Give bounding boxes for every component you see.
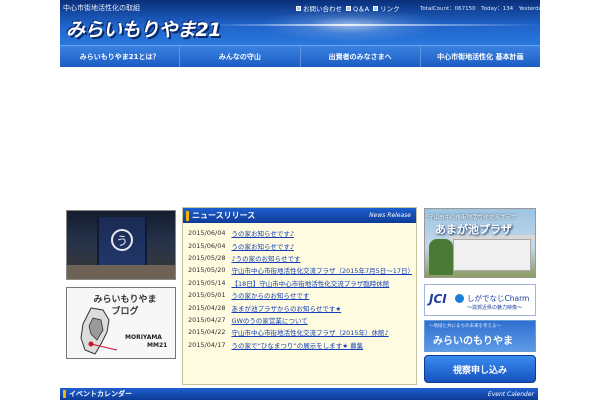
news-date: 2015/04/28 <box>188 303 226 312</box>
news-date: 2015/06/04 <box>188 241 226 250</box>
location-pin-icon <box>455 294 464 303</box>
event-calendar-subtitle: Event Calender <box>487 390 534 398</box>
shiga-map-icon <box>80 307 117 355</box>
news-date: 2015/04/17 <box>188 340 226 349</box>
links-link-label: リンク <box>380 5 400 13</box>
news-title: ニュースリリース <box>186 210 255 221</box>
news-item: 2015/04/28 あまが池プラザからのお知らせです★ <box>188 301 412 313</box>
plaza-caption-small: 守山市中心市街地活性化交流プラザ <box>428 215 517 221</box>
news-title-bar <box>186 210 189 221</box>
news-date: 2015/05/28 <box>188 253 226 262</box>
square-bullet-icon <box>346 5 351 11</box>
square-bullet-icon <box>373 5 379 11</box>
nav-item-investors[interactable]: 出資者のみなさまへ <box>301 46 421 67</box>
news-item: 2015/05/01 うの家からのお知らせです <box>188 289 412 301</box>
jci-logo: JCI <box>429 292 447 306</box>
page: 中心市街地活性化の取組 みらいもりやま21 お問い合わせ Q＆A リンク Tot… <box>0 0 600 400</box>
news-item: 2015/06/04 うの家お知らせです♪ <box>188 239 412 251</box>
news-link[interactable]: GWのうの家営業について <box>231 315 307 325</box>
header-light-streak <box>210 24 540 26</box>
news-header: ニュースリリース News Release <box>183 208 416 223</box>
mirai-banner-title: みらいのもりやま <box>433 336 513 347</box>
nav-item-plan[interactable]: 中心市街地活性化 基本計画 <box>421 46 540 67</box>
site-header: 中心市街地活性化の取組 みらいもりやま21 お問い合わせ Q＆A リンク Tot… <box>60 0 540 45</box>
site-tagline: 中心市街地活性化の取組 <box>63 4 140 12</box>
unoya-shop-photo[interactable]: う <box>66 210 176 280</box>
visit-apply-button[interactable]: 視察申し込み <box>424 355 536 383</box>
blog-banner[interactable]: みらいもりやま ブログ MORIYAMA MM21 <box>66 287 176 359</box>
news-link[interactable]: ♪うの家のお知らせです <box>231 253 300 263</box>
news-date: 2015/05/20 <box>188 266 226 275</box>
contact-link[interactable]: お問い合わせ <box>296 3 342 13</box>
qa-link[interactable]: Q＆A <box>346 3 369 13</box>
square-bullet-icon <box>296 5 301 11</box>
news-subtitle: News Release <box>369 212 411 219</box>
contact-link-label: お問い合わせ <box>303 5 342 13</box>
shop-floor <box>67 265 175 279</box>
jci-charm-banner[interactable]: JCI しがでなじCharm 〜滋賀近県の魅力映像〜 <box>424 284 536 316</box>
event-calendar-title-text: イベントカレンダー <box>69 390 132 398</box>
jci-banner-text: しがでなじCharm <box>467 294 530 303</box>
event-calendar-title: イベントカレンダー <box>63 389 132 399</box>
links-link[interactable]: リンク <box>373 3 400 13</box>
news-date: 2015/05/14 <box>188 278 226 287</box>
mirai-banner-sub: 〜地域と共にまちの未来を考える〜 <box>429 324 501 329</box>
news-link[interactable]: 【18日】守山市中心市街地活性化交流プラザ臨時休館 <box>231 278 389 288</box>
news-link[interactable]: うの家で“ひなまつり”の展示をします★ 募集 <box>231 340 363 350</box>
news-link[interactable]: 守山市中心市街地活性化交流プラザ（2015年）休館♪ <box>231 327 388 337</box>
plaza-tree <box>429 239 453 275</box>
noren-mark: う <box>111 229 133 251</box>
news-date: 2015/04/22 <box>188 328 226 337</box>
amagaike-plaza-banner[interactable]: 守山市中心市街地活性化交流プラザ あまが池プラザ <box>424 208 536 278</box>
jci-banner-sub: 〜滋賀近県の魅力映像〜 <box>467 305 523 311</box>
blog-mark-mm21: MM21 <box>147 342 168 349</box>
plaza-building <box>453 239 531 271</box>
news-panel: ニュースリリース News Release 2015/06/04 うの家お知らせ… <box>182 207 417 385</box>
plaza-caption: あまが池プラザ <box>435 223 512 236</box>
main-nav: みらいもりやま21とは？ みんなの守山 出資者のみなさまへ 中心市街地活性化 基… <box>60 45 540 67</box>
news-item: 2015/05/28 ♪うの家のお知らせです <box>188 252 412 264</box>
news-item: 2015/04/22 守山市中心市街地活性化交流プラザ（2015年）休館♪ <box>188 326 412 338</box>
qa-link-label: Q＆A <box>353 5 370 13</box>
news-item: 2015/06/04 うの家お知らせです♪ <box>188 227 412 239</box>
mirai-moriyama-banner[interactable]: 〜地域と共にまちの未来を考える〜 みらいのもりやま <box>424 320 536 352</box>
nav-item-community[interactable]: みんなの守山 <box>180 46 301 67</box>
news-item: 2015/04/17 うの家で“ひなまつり”の展示をします★ 募集 <box>188 339 412 351</box>
news-link[interactable]: うの家お知らせです♪ <box>231 228 294 238</box>
news-date: 2015/06/04 <box>188 229 226 238</box>
news-link[interactable]: うの家からのお知らせです <box>231 290 309 300</box>
nav-item-about[interactable]: みらいもりやま21とは？ <box>60 46 181 67</box>
news-date: 2015/05/01 <box>188 291 226 300</box>
news-link[interactable]: あまが池プラザからのお知らせです★ <box>231 303 341 313</box>
news-item: 2015/04/27 GWのうの家営業について <box>188 314 412 326</box>
news-link[interactable]: うの家お知らせです♪ <box>231 241 294 251</box>
header-links: お問い合わせ Q＆A リンク <box>296 3 400 13</box>
news-item: 2015/05/20 守山市中心市街地活性化交流プラザ（2015年7月5日〜17… <box>188 264 412 276</box>
news-title-text: ニュースリリース <box>192 211 256 220</box>
news-item: 2015/05/14 【18日】守山市中心市街地活性化交流プラザ臨時休館 <box>188 277 412 289</box>
event-title-bar <box>63 390 66 398</box>
news-link[interactable]: 守山市中心市街地活性化交流プラザ（2015年7月5日〜17日）休館 <box>231 265 412 275</box>
visitor-counter: TotalCount：067150 Today：134 Yesterday：28… <box>420 6 540 12</box>
event-calendar-header: イベントカレンダー Event Calender <box>60 388 538 400</box>
news-list: 2015/06/04 うの家お知らせです♪ 2015/06/04 うの家お知らせ… <box>183 223 416 351</box>
blog-mark-moriyama: MORIYAMA <box>125 334 162 341</box>
site-logo[interactable]: みらいもりやま21 <box>66 15 221 43</box>
news-date: 2015/04/27 <box>188 315 226 324</box>
